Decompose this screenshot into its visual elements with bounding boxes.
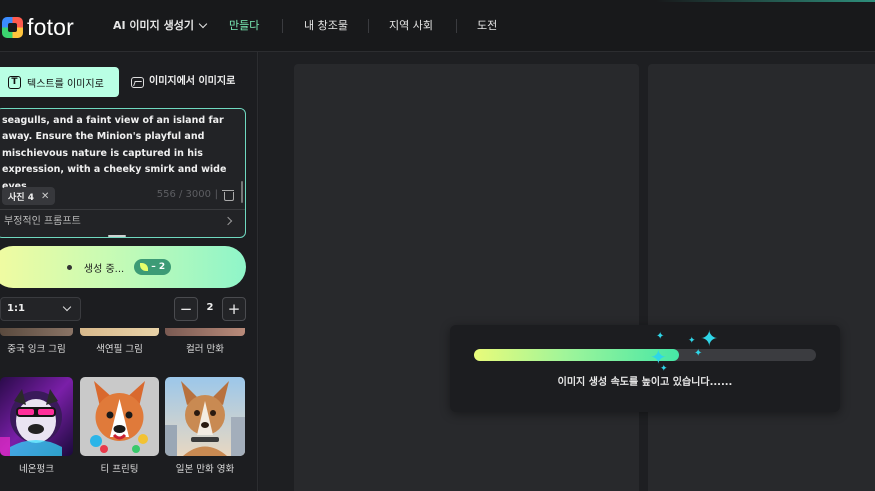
progress-fill: [474, 349, 680, 361]
style-label-neonpunk: 네온펑크: [19, 464, 54, 475]
trash-icon[interactable]: [222, 189, 234, 201]
style-card-japanese-anime[interactable]: [165, 377, 245, 456]
style-card-tshirt-printing[interactable]: [80, 377, 159, 456]
close-icon[interactable]: ✕: [41, 191, 49, 202]
loading-spinner-icon: [66, 264, 72, 270]
prompt-scrollbar[interactable]: [241, 181, 243, 203]
result-placeholder-1: [294, 64, 639, 491]
chevron-right-icon: [223, 216, 233, 226]
fotor-logo-icon: [2, 17, 23, 38]
nav-divider: [282, 19, 283, 33]
style-label-colored-pencil: 색연필 그림: [96, 344, 143, 355]
nav-divider: [456, 19, 457, 33]
style-thumbnail-chinese-ink[interactable]: [0, 328, 73, 336]
text-icon: T: [8, 75, 21, 89]
anime-dog-illustration: [165, 377, 245, 456]
sparkle-icon: ✦: [694, 348, 703, 359]
generate-button[interactable]: 생성 중... – 2: [0, 246, 246, 288]
ai-menu-label: AI 이미지 생성기: [113, 19, 194, 32]
neonpunk-bulldog-illustration: [0, 377, 73, 456]
nav-community[interactable]: 지역 사회: [389, 17, 433, 35]
sparkle-icon: ✦: [688, 336, 696, 346]
generator-sidebar: T 텍스트를 이미지로 이미지에서 이미지로 seagulls, and a f…: [0, 52, 258, 491]
resize-handle[interactable]: [108, 235, 126, 237]
nav-create[interactable]: 만들다: [229, 17, 259, 35]
chip-label: 사진 4: [8, 192, 34, 203]
photo-style-chip[interactable]: 사진 4 ✕: [2, 187, 56, 205]
credit-cost-badge: – 2: [134, 259, 172, 275]
sparkle-icon: ✦: [700, 327, 719, 352]
nav-challenge[interactable]: 도전: [477, 17, 497, 35]
prompt-fade: [0, 109, 245, 117]
style-thumbnail-colored-pencil[interactable]: [80, 328, 159, 336]
style-thumbnail-color-cartoon[interactable]: [165, 328, 245, 336]
fotor-logo[interactable]: fotor: [2, 14, 74, 41]
chevron-down-icon: [198, 19, 208, 29]
sparkle-icon: ✦: [656, 331, 665, 342]
chevron-down-icon: [62, 302, 72, 312]
tab-text-to-image[interactable]: T 텍스트를 이미지로: [0, 67, 119, 97]
generation-progress-card: ✦ ✦ ✦ ✦ ✦ ✦ 이미지 생성 속도를 높이고 있습니다......: [450, 325, 840, 412]
ai-image-generator-menu[interactable]: AI 이미지 생성기: [113, 17, 208, 35]
credit-cost-value: – 2: [151, 262, 166, 272]
progress-track: [474, 349, 816, 361]
quantity-increase-button[interactable]: +: [222, 297, 246, 321]
image-icon: [131, 76, 144, 88]
negative-prompt-toggle[interactable]: 부정적인 프롬프트: [0, 209, 245, 233]
top-navigation-bar: fotor AI 이미지 생성기 만들다 내 창조물 지역 사회 도전: [0, 0, 875, 52]
nav-divider: [368, 19, 369, 33]
aspect-ratio-select[interactable]: 1:1: [0, 297, 81, 321]
prompt-box[interactable]: seagulls, and a faint view of an island …: [0, 108, 246, 238]
tab-image-to-image[interactable]: 이미지에서 이미지로: [131, 67, 241, 97]
style-label-tshirt-printing: 티 프린팅: [100, 464, 139, 475]
prompt-textarea[interactable]: seagulls, and a faint view of an island …: [2, 113, 242, 195]
style-label-chinese-ink: 중국 잉크 그림: [7, 344, 66, 355]
generate-button-label: 생성 중...: [83, 263, 125, 275]
style-label-color-cartoon: 컬러 만화: [186, 344, 224, 355]
style-label-japanese-anime: 일본 만화 영화: [175, 464, 235, 475]
credit-leaf-icon: [140, 263, 149, 271]
logo-text: fotor: [27, 14, 75, 40]
quantity-decrease-button[interactable]: −: [174, 297, 198, 321]
style-card-neonpunk[interactable]: [0, 377, 73, 456]
tab-text-to-image-label: 텍스트를 이미지로: [27, 78, 104, 90]
count-separator: |: [214, 189, 218, 200]
tab-image-to-image-label: 이미지에서 이미지로: [149, 76, 236, 87]
aspect-ratio-value: 1:1: [7, 303, 25, 314]
progress-message: 이미지 생성 속도를 높이고 있습니다......: [557, 377, 733, 388]
result-placeholder-2: [648, 64, 875, 491]
nav-my-creations[interactable]: 내 창조물: [304, 17, 348, 35]
character-count: 556 / 3000: [156, 189, 211, 200]
negative-prompt-label: 부정적인 프롬프트: [4, 216, 81, 227]
quantity-value: 2: [206, 302, 214, 313]
tshirt-corgi-illustration: [80, 377, 159, 456]
